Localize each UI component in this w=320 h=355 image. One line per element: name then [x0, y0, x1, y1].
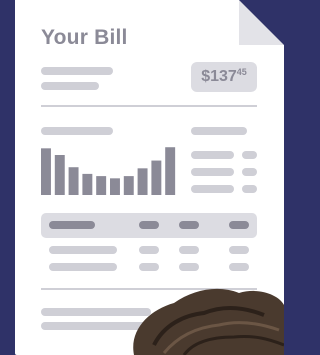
chart-bar — [68, 167, 79, 195]
chart-bar — [82, 173, 93, 195]
table-header — [41, 213, 257, 238]
placeholder-line — [41, 67, 113, 75]
chart-bar — [137, 168, 148, 195]
chart-bar — [41, 148, 51, 195]
table-header-cell — [179, 221, 199, 229]
table-cell — [179, 263, 199, 271]
amount-dollars: $137 — [201, 68, 237, 85]
table-header-cell — [229, 221, 249, 229]
placeholder-line — [191, 168, 234, 176]
furry-blob-image — [133, 288, 284, 355]
table-cell — [139, 263, 159, 271]
chart-bar — [96, 176, 107, 195]
divider — [41, 105, 257, 107]
placeholder-line — [191, 127, 247, 135]
chart-bar — [110, 178, 120, 195]
bill-title: Your Bill — [41, 26, 128, 49]
table-cell — [49, 263, 117, 271]
page-fold — [239, 0, 284, 45]
placeholder-line — [242, 168, 257, 176]
placeholder-line — [242, 185, 257, 193]
chart-bar — [54, 155, 65, 195]
placeholder-line — [41, 127, 113, 135]
chart-bar — [165, 147, 176, 195]
placeholder-line — [191, 151, 234, 159]
placeholder-line — [41, 82, 99, 90]
usage-chart — [41, 147, 176, 195]
placeholder-line — [191, 185, 234, 193]
table-header-cell — [139, 221, 159, 229]
placeholder-line — [242, 151, 257, 159]
chart-bar — [151, 160, 162, 195]
table-cell — [49, 246, 117, 254]
amount-cents: 45 — [236, 67, 247, 77]
table-header-cell — [49, 221, 95, 229]
table-cell — [229, 246, 249, 254]
table-cell — [229, 263, 249, 271]
table-cell — [139, 246, 159, 254]
table-cell — [179, 246, 199, 254]
chart-bar — [123, 176, 134, 195]
bill-amount: $137 45 — [191, 62, 257, 92]
